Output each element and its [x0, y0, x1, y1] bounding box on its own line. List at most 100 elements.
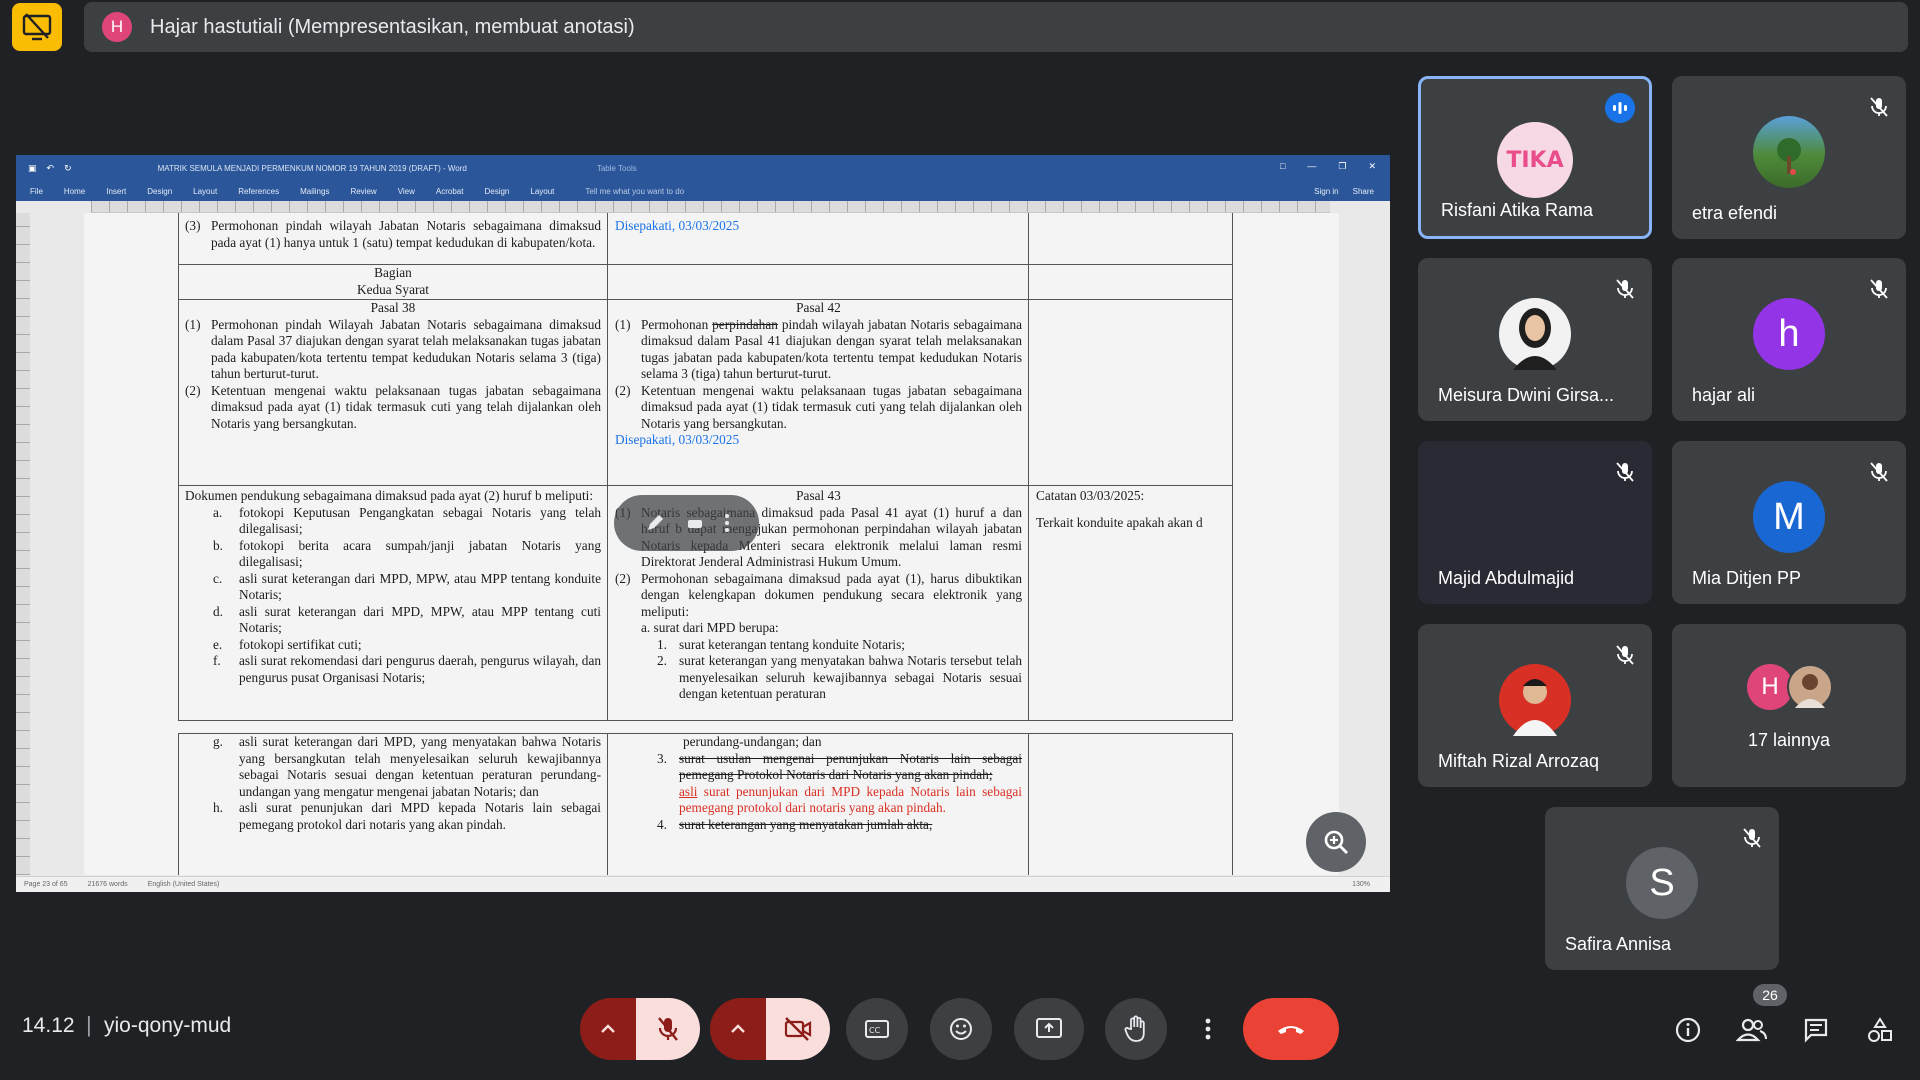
participant-tile[interactable]: Miftah Rizal Arrozaq [1418, 624, 1652, 787]
meeting-code[interactable]: yio-qony-mud [104, 1014, 231, 1038]
mic-off-icon [1612, 459, 1638, 485]
participant-name: Majid Abdulmajid [1438, 568, 1575, 588]
item-text: perundang-undangan; dan [683, 734, 822, 749]
item-number: e. [213, 636, 223, 652]
camera-button[interactable] [766, 998, 830, 1060]
presenter-label: Hajar hastutiali (Mempresentasikan, memb… [150, 15, 635, 38]
zoom-in-button[interactable] [1306, 812, 1366, 872]
avatar-letter: S [1649, 861, 1675, 904]
participant-tile[interactable]: h hajar ali [1672, 258, 1906, 421]
item-number: (2) [185, 382, 201, 398]
doc-cell [1028, 299, 1233, 486]
participant-name: Risfani Atika Rama [1441, 200, 1594, 220]
chat-button[interactable] [1796, 1010, 1836, 1050]
ribbon-tab: File [30, 186, 43, 196]
participant-tile[interactable]: S Safira Annisa [1545, 807, 1779, 970]
info-icon [1675, 1017, 1701, 1043]
doc-cell: Disepakati, 03/03/2025 [607, 213, 1029, 265]
microphone-button[interactable] [636, 998, 700, 1060]
doc-cell: g. asli surat keterangan dari MPD, yang m… [178, 733, 608, 875]
presenter-banner: H Hajar hastutiali (Mempresentasikan, me… [84, 2, 1908, 52]
participant-tile[interactable]: M Mia Ditjen PP [1672, 441, 1906, 604]
meeting-details-button[interactable] [1668, 1010, 1708, 1050]
chevron-up-icon [731, 1024, 745, 1033]
people-count-badge: 26 [1753, 984, 1787, 1006]
item-text: asli surat keterangan dari MPD, MPW, ata… [239, 603, 601, 636]
close-icon: ✕ [1368, 161, 1376, 171]
chevron-up-icon [601, 1024, 615, 1033]
doc-cell [1028, 264, 1233, 300]
captions-button[interactable]: CC [846, 998, 908, 1060]
item-text: Permohonan pindah Wilayah Jabatan Notari… [211, 316, 601, 382]
bagian-title: Bagian [374, 265, 412, 280]
presentation-indicator-icon[interactable] [12, 3, 62, 51]
more-options-button[interactable] [1190, 998, 1226, 1060]
more-icon[interactable] [724, 512, 730, 534]
word-share: Share [1352, 186, 1374, 196]
item-text: asli surat keterangan dari MPD, yang men… [239, 734, 601, 799]
shapes-icon [1868, 1017, 1892, 1042]
closed-captions-icon: CC [865, 1020, 889, 1038]
item-text: Dokumen pendukung sebagaimana dimaksud p… [185, 488, 594, 503]
participant-tile[interactable]: Meisura Dwini Girsa... [1418, 258, 1652, 421]
item-number: g. [213, 734, 223, 749]
mic-off-icon [1739, 825, 1765, 851]
avatar: M [1753, 481, 1825, 553]
item-text: asli surat rekomendasi dari pengurus dae… [239, 653, 601, 685]
doc-cell [607, 264, 1029, 300]
present-button[interactable] [1014, 998, 1084, 1060]
word-table-tools: Table Tools [596, 163, 637, 173]
audio-options-button[interactable] [580, 998, 636, 1060]
redo-icon: ↻ [64, 162, 72, 173]
camera-off-icon [784, 1017, 812, 1041]
item-text: asli surat keterangan dari MPD, MPW, ata… [239, 570, 601, 603]
restore-icon: ❐ [1338, 161, 1347, 171]
inserted-text: asli [679, 783, 698, 799]
item-number: (2) [615, 570, 631, 586]
participant-tile[interactable]: TIKA Risfani Atika Rama [1418, 76, 1652, 239]
eraser-icon[interactable] [684, 512, 706, 534]
status-zoom: 130% [1352, 881, 1370, 888]
zoom-icon [1324, 830, 1348, 854]
deleted-text: perpindahan [712, 316, 778, 332]
save-icon: ▣ [28, 162, 37, 173]
participant-name: Safira Annisa [1565, 934, 1672, 954]
reactions-button[interactable] [930, 998, 992, 1060]
participant-tile[interactable]: etra efendi [1672, 76, 1906, 239]
raise-hand-button[interactable] [1105, 998, 1167, 1060]
mic-off-icon [1612, 276, 1638, 302]
word-sign-in: Sign in [1314, 186, 1339, 196]
inserted-text: surat penunjukan dari MPD kepada Notaris… [679, 783, 1022, 816]
item-text: fotokopi sertifikat cuti; [239, 636, 362, 652]
item-number: d. [213, 603, 223, 619]
word-window-controls: □ — ❐ ✕ [1280, 161, 1376, 172]
activities-button[interactable] [1860, 1010, 1900, 1050]
participant-tile[interactable]: Majid Abdulmajid [1418, 441, 1652, 604]
doc-cell [1028, 213, 1233, 265]
item-number: 4. [657, 816, 667, 832]
ribbon-tab: Mailings [300, 186, 330, 196]
ribbon-tab: Acrobat [435, 186, 464, 196]
item-text: a. surat dari MPD berupa: [641, 620, 779, 635]
item-text: fotokopi Keputusan Pengangkatan sebagai … [239, 504, 601, 537]
horizontal-ruler [91, 201, 1330, 213]
doc-cell: Pasal 42 (1) Permohonan perpindahan pind… [607, 299, 1029, 486]
participant-name: hajar ali [1692, 385, 1756, 405]
ribbon-tab: Design [484, 186, 510, 196]
leave-call-button[interactable] [1243, 998, 1339, 1060]
others-tile[interactable]: H 17 lainnya [1672, 624, 1906, 787]
ribbon-tab: Layout [530, 186, 555, 196]
minimize-icon: — [1307, 161, 1317, 171]
item-number: (1) [615, 316, 631, 332]
item-number: f. [213, 653, 221, 668]
pen-icon[interactable] [644, 512, 666, 534]
item-number: h. [213, 800, 223, 815]
avatar-letter: h [1778, 312, 1800, 355]
people-button[interactable] [1732, 1010, 1772, 1050]
annotation-toolbar[interactable] [614, 495, 759, 551]
avatar: TIKA [1497, 122, 1573, 198]
ribbon-tab: View [397, 186, 415, 196]
item-number: a. [213, 504, 223, 520]
video-options-button[interactable] [710, 998, 766, 1060]
doc-cell: Bagian Kedua Syarat [178, 264, 608, 300]
